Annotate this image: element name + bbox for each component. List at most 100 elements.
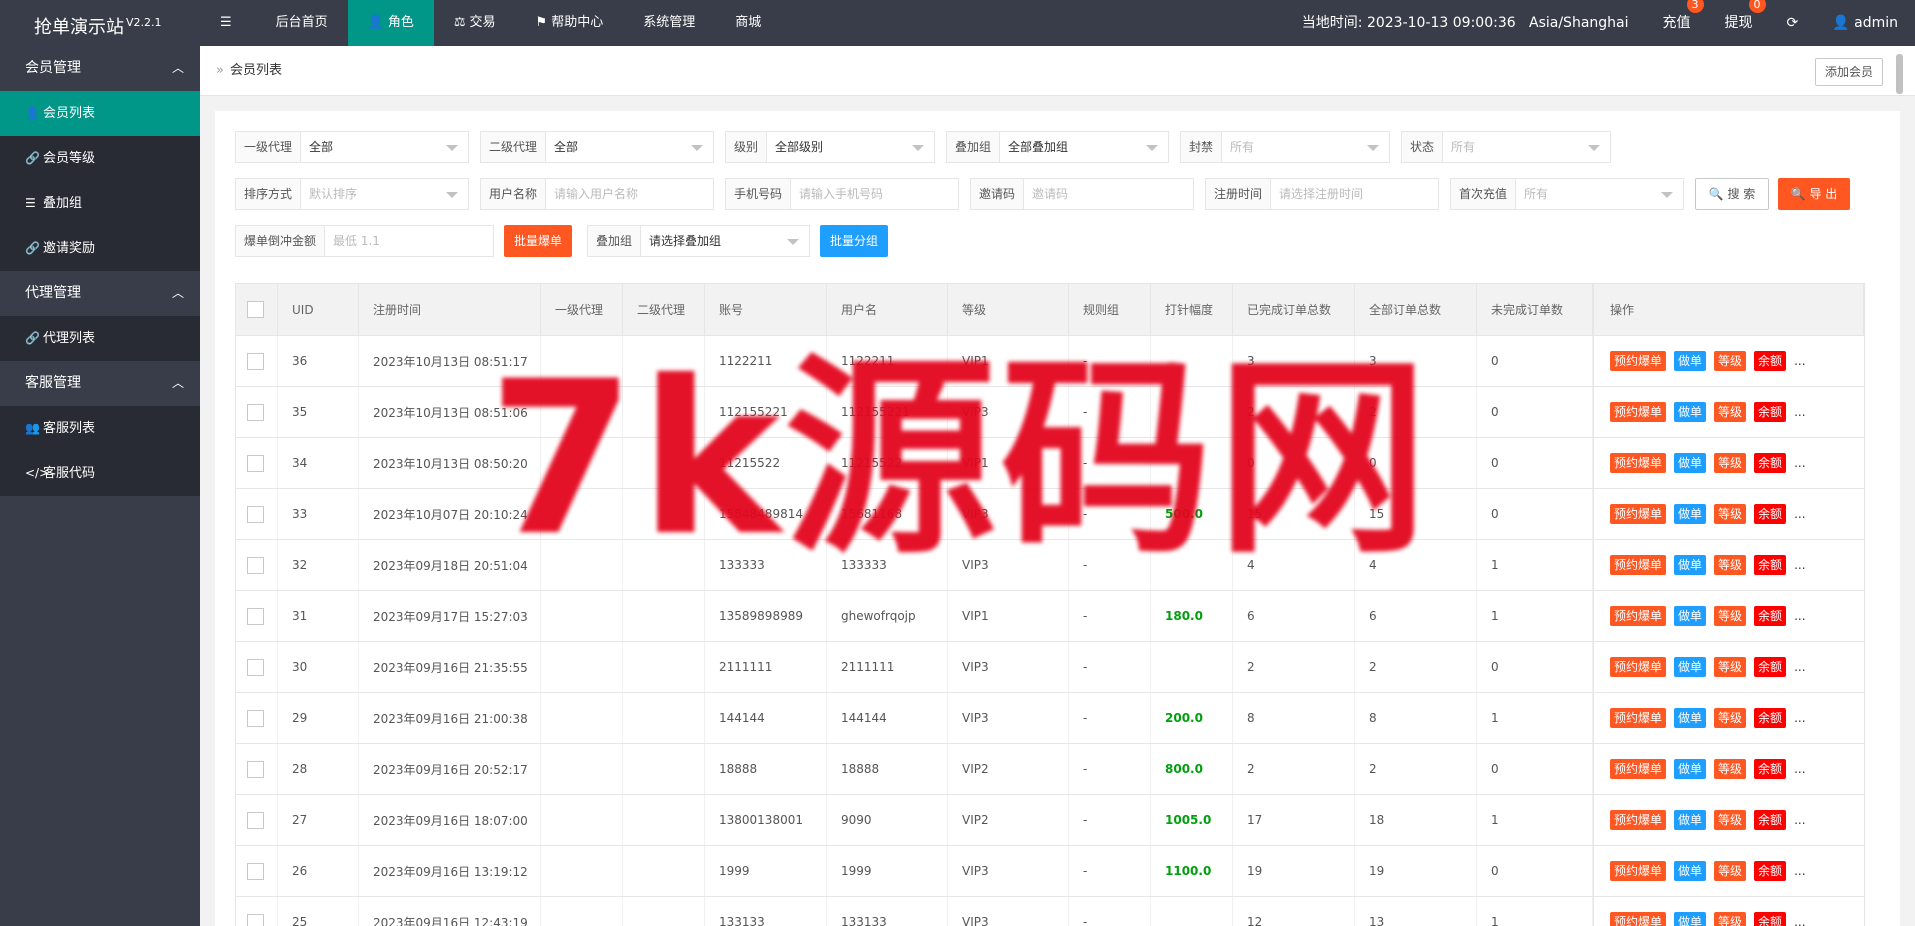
level-button[interactable]: 等级 bbox=[1714, 708, 1747, 728]
invite-code-input[interactable]: 邀请码 bbox=[1024, 179, 1193, 209]
more-actions-button[interactable]: ... bbox=[1794, 456, 1805, 470]
more-actions-button[interactable]: ... bbox=[1794, 354, 1805, 368]
row-checkbox[interactable] bbox=[247, 658, 264, 676]
filter-agent2[interactable]: 二级代理 全部 bbox=[480, 131, 714, 163]
column-header[interactable]: 等级 bbox=[948, 284, 1069, 335]
topnav-help[interactable]: ⚑ 帮助中心 bbox=[516, 0, 624, 46]
reserve-bomb-button[interactable]: 预约爆单 bbox=[1610, 606, 1667, 626]
level-button[interactable]: 等级 bbox=[1714, 759, 1747, 779]
level-button[interactable]: 等级 bbox=[1714, 555, 1747, 575]
filter-agent1-select[interactable]: 全部 bbox=[301, 132, 468, 162]
topnav-system[interactable]: 系统管理 bbox=[623, 0, 715, 46]
filter-first-recharge[interactable]: 首次充值 所有 bbox=[1450, 178, 1684, 210]
refresh-button[interactable]: ⟳ bbox=[1770, 0, 1816, 46]
sidebar-item-stack-group[interactable]: ☰ 叠加组 bbox=[0, 181, 200, 226]
column-header[interactable]: 全部订单总数 bbox=[1355, 284, 1477, 335]
filter-invite-code[interactable]: 邀请码 邀请码 bbox=[970, 178, 1194, 210]
user-menu[interactable]: 👤 admin bbox=[1815, 0, 1915, 46]
make-order-button[interactable]: 做单 bbox=[1674, 810, 1707, 830]
reserve-bomb-button[interactable]: 预约爆单 bbox=[1610, 759, 1667, 779]
level-button[interactable]: 等级 bbox=[1714, 351, 1747, 371]
column-header[interactable]: 已完成订单总数 bbox=[1233, 284, 1355, 335]
reserve-bomb-button[interactable]: 预约爆单 bbox=[1610, 912, 1667, 926]
search-button[interactable]: 🔍 搜 索 bbox=[1695, 178, 1769, 210]
batch-group-select[interactable]: 请选择叠加组 bbox=[641, 226, 809, 256]
sidebar-item-member-list[interactable]: 👤 会员列表 bbox=[0, 91, 200, 136]
column-header[interactable]: 规则组 bbox=[1069, 284, 1151, 335]
filter-sort[interactable]: 排序方式 默认排序 bbox=[235, 178, 469, 210]
sidebar-group-agents[interactable]: 代理管理 ︿ bbox=[0, 271, 200, 316]
more-actions-button[interactable]: ... bbox=[1794, 660, 1805, 674]
reserve-bomb-button[interactable]: 预约爆单 bbox=[1610, 402, 1667, 422]
more-actions-button[interactable]: ... bbox=[1794, 762, 1805, 776]
column-header[interactable]: 注册时间 bbox=[359, 284, 541, 335]
filter-status[interactable]: 状态 所有 bbox=[1401, 131, 1611, 163]
row-checkbox[interactable] bbox=[247, 913, 264, 926]
make-order-button[interactable]: 做单 bbox=[1674, 861, 1707, 881]
recharge-button[interactable]: 充值 3 bbox=[1646, 0, 1708, 46]
make-order-button[interactable]: 做单 bbox=[1674, 402, 1707, 422]
sidebar-item-agent-list[interactable]: 🔗 代理列表 bbox=[0, 316, 200, 361]
balance-button[interactable]: 余额 bbox=[1754, 453, 1787, 473]
balance-button[interactable]: 余额 bbox=[1754, 606, 1787, 626]
row-checkbox[interactable] bbox=[247, 760, 264, 778]
balance-button[interactable]: 余额 bbox=[1754, 657, 1787, 677]
level-button[interactable]: 等级 bbox=[1714, 402, 1747, 422]
reserve-bomb-button[interactable]: 预约爆单 bbox=[1610, 708, 1667, 728]
more-actions-button[interactable]: ... bbox=[1794, 507, 1805, 521]
reserve-bomb-button[interactable]: 预约爆单 bbox=[1610, 657, 1667, 677]
more-actions-button[interactable]: ... bbox=[1794, 864, 1805, 878]
filter-sort-select[interactable]: 默认排序 bbox=[301, 179, 468, 209]
export-button[interactable]: 🔍 导 出 bbox=[1778, 178, 1850, 210]
register-time-input[interactable]: 请选择注册时间 bbox=[1271, 179, 1438, 209]
make-order-button[interactable]: 做单 bbox=[1674, 657, 1707, 677]
more-actions-button[interactable]: ... bbox=[1794, 813, 1805, 827]
column-header[interactable]: 账号 bbox=[705, 284, 827, 335]
level-button[interactable]: 等级 bbox=[1714, 912, 1747, 926]
sidebar-item-invite-reward[interactable]: 🔗 邀请奖励 bbox=[0, 226, 200, 271]
reserve-bomb-button[interactable]: 预约爆单 bbox=[1610, 861, 1667, 881]
filter-register-time[interactable]: 注册时间 请选择注册时间 bbox=[1205, 178, 1439, 210]
balance-button[interactable]: 余额 bbox=[1754, 810, 1787, 830]
username-input[interactable]: 请输入用户名称 bbox=[546, 179, 713, 209]
level-button[interactable]: 等级 bbox=[1714, 453, 1747, 473]
more-actions-button[interactable]: ... bbox=[1794, 915, 1805, 926]
first-recharge-select[interactable]: 所有 bbox=[1516, 179, 1683, 209]
make-order-button[interactable]: 做单 bbox=[1674, 453, 1707, 473]
filter-stack-group-select[interactable]: 全部叠加组 bbox=[1000, 132, 1168, 162]
batch-group-field[interactable]: 叠加组 请选择叠加组 bbox=[587, 225, 810, 257]
balance-button[interactable]: 余额 bbox=[1754, 912, 1787, 926]
reserve-bomb-button[interactable]: 预约爆单 bbox=[1610, 351, 1667, 371]
more-actions-button[interactable]: ... bbox=[1794, 609, 1805, 623]
column-header[interactable]: 用户名 bbox=[827, 284, 948, 335]
filter-stack-group[interactable]: 叠加组 全部叠加组 bbox=[946, 131, 1169, 163]
row-checkbox[interactable] bbox=[247, 811, 264, 829]
scrollbar[interactable] bbox=[1896, 54, 1903, 94]
topnav-roles[interactable]: 👤 角色 bbox=[347, 0, 434, 46]
row-checkbox[interactable] bbox=[247, 505, 264, 523]
reserve-bomb-button[interactable]: 预约爆单 bbox=[1610, 810, 1667, 830]
column-header[interactable]: 一级代理 bbox=[541, 284, 623, 335]
add-member-button[interactable]: 添加会员 bbox=[1815, 58, 1884, 86]
row-checkbox[interactable] bbox=[247, 403, 264, 421]
topnav-dashboard[interactable]: 后台首页 bbox=[256, 0, 348, 46]
column-header[interactable]: UID bbox=[278, 284, 359, 335]
sidebar-item-service-code[interactable]: </>客服代码 bbox=[0, 451, 200, 496]
balance-button[interactable]: 余额 bbox=[1754, 555, 1787, 575]
sidebar-group-service[interactable]: 客服管理 ︿ bbox=[0, 361, 200, 406]
level-button[interactable]: 等级 bbox=[1714, 657, 1747, 677]
balance-button[interactable]: 余额 bbox=[1754, 708, 1787, 728]
topnav-trade[interactable]: ⚖ 交易 bbox=[434, 0, 516, 46]
filter-agent2-select[interactable]: 全部 bbox=[546, 132, 713, 162]
filter-ban-select[interactable]: 所有 bbox=[1222, 132, 1389, 162]
level-button[interactable]: 等级 bbox=[1714, 861, 1747, 881]
withdraw-button[interactable]: 提现 0 bbox=[1708, 0, 1770, 46]
phone-input[interactable]: 请输入手机号码 bbox=[791, 179, 958, 209]
balance-button[interactable]: 余额 bbox=[1754, 504, 1787, 524]
make-order-button[interactable]: 做单 bbox=[1674, 351, 1707, 371]
filter-status-select[interactable]: 所有 bbox=[1443, 132, 1610, 162]
row-checkbox[interactable] bbox=[247, 556, 264, 574]
filter-agent1[interactable]: 一级代理 全部 bbox=[235, 131, 469, 163]
sidebar-item-service-list[interactable]: 👥 客服列表 bbox=[0, 406, 200, 451]
balance-button[interactable]: 余额 bbox=[1754, 351, 1787, 371]
